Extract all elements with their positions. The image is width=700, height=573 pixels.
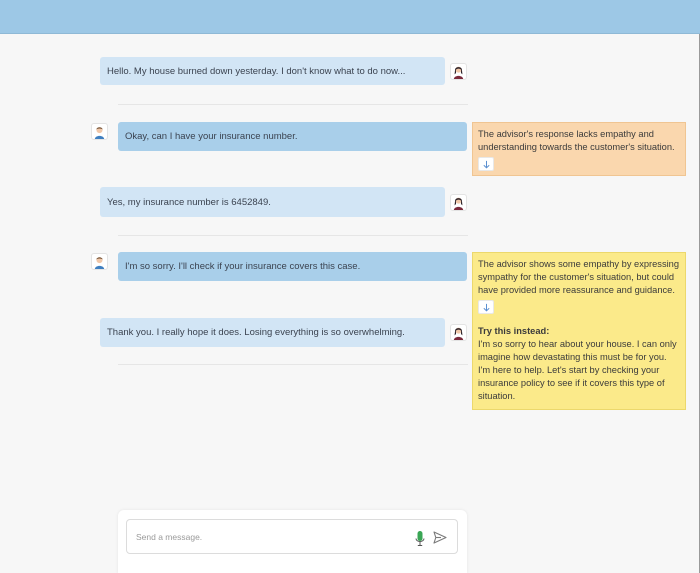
customer-message-bubble: Thank you. I really hope it does. Losing… — [100, 318, 445, 347]
message-text: I'm so sorry. I'll check if your insuran… — [125, 261, 361, 272]
message-divider — [118, 235, 468, 236]
suggestion-title: Try this instead: — [478, 326, 550, 336]
top-header-bar — [0, 0, 700, 34]
message-text: Okay, can I have your insurance number. — [125, 131, 298, 142]
message-divider — [118, 364, 468, 365]
feedback-card-warning: The advisor's response lacks empathy and… — [472, 122, 686, 176]
arrow-down-icon — [482, 160, 490, 169]
feedback-text: The advisor's response lacks empathy and… — [478, 129, 675, 152]
message-composer — [126, 519, 458, 554]
message-text: Thank you. I really hope it does. Losing… — [107, 327, 405, 338]
customer-message-bubble: Yes, my insurance number is 6452849. — [100, 187, 445, 217]
woman-avatar-icon — [450, 324, 467, 341]
send-icon[interactable] — [433, 531, 447, 544]
feedback-card-suggestion: The advisor shows some empathy by expres… — [472, 252, 686, 410]
advisor-message-bubble: Okay, can I have your insurance number. — [118, 122, 467, 151]
message-text: Hello. My house burned down yesterday. I… — [107, 65, 406, 77]
expand-feedback-button[interactable] — [478, 300, 494, 314]
message-input[interactable] — [136, 530, 406, 544]
microphone-icon[interactable] — [415, 530, 425, 548]
feedback-text: The advisor shows some empathy by expres… — [478, 259, 680, 295]
man-avatar-icon — [91, 253, 108, 270]
expand-feedback-button[interactable] — [478, 157, 494, 171]
advisor-message-bubble: I'm so sorry. I'll check if your insuran… — [118, 252, 467, 281]
customer-message-bubble: Hello. My house burned down yesterday. I… — [100, 57, 445, 85]
message-text: Yes, my insurance number is 6452849. — [107, 196, 271, 208]
message-divider — [118, 104, 468, 105]
arrow-down-icon — [482, 303, 490, 312]
woman-avatar-icon — [450, 194, 467, 211]
man-avatar-icon — [91, 123, 108, 140]
woman-avatar-icon — [450, 63, 467, 80]
suggestion-text: I'm so sorry to hear about your house. I… — [478, 339, 677, 401]
